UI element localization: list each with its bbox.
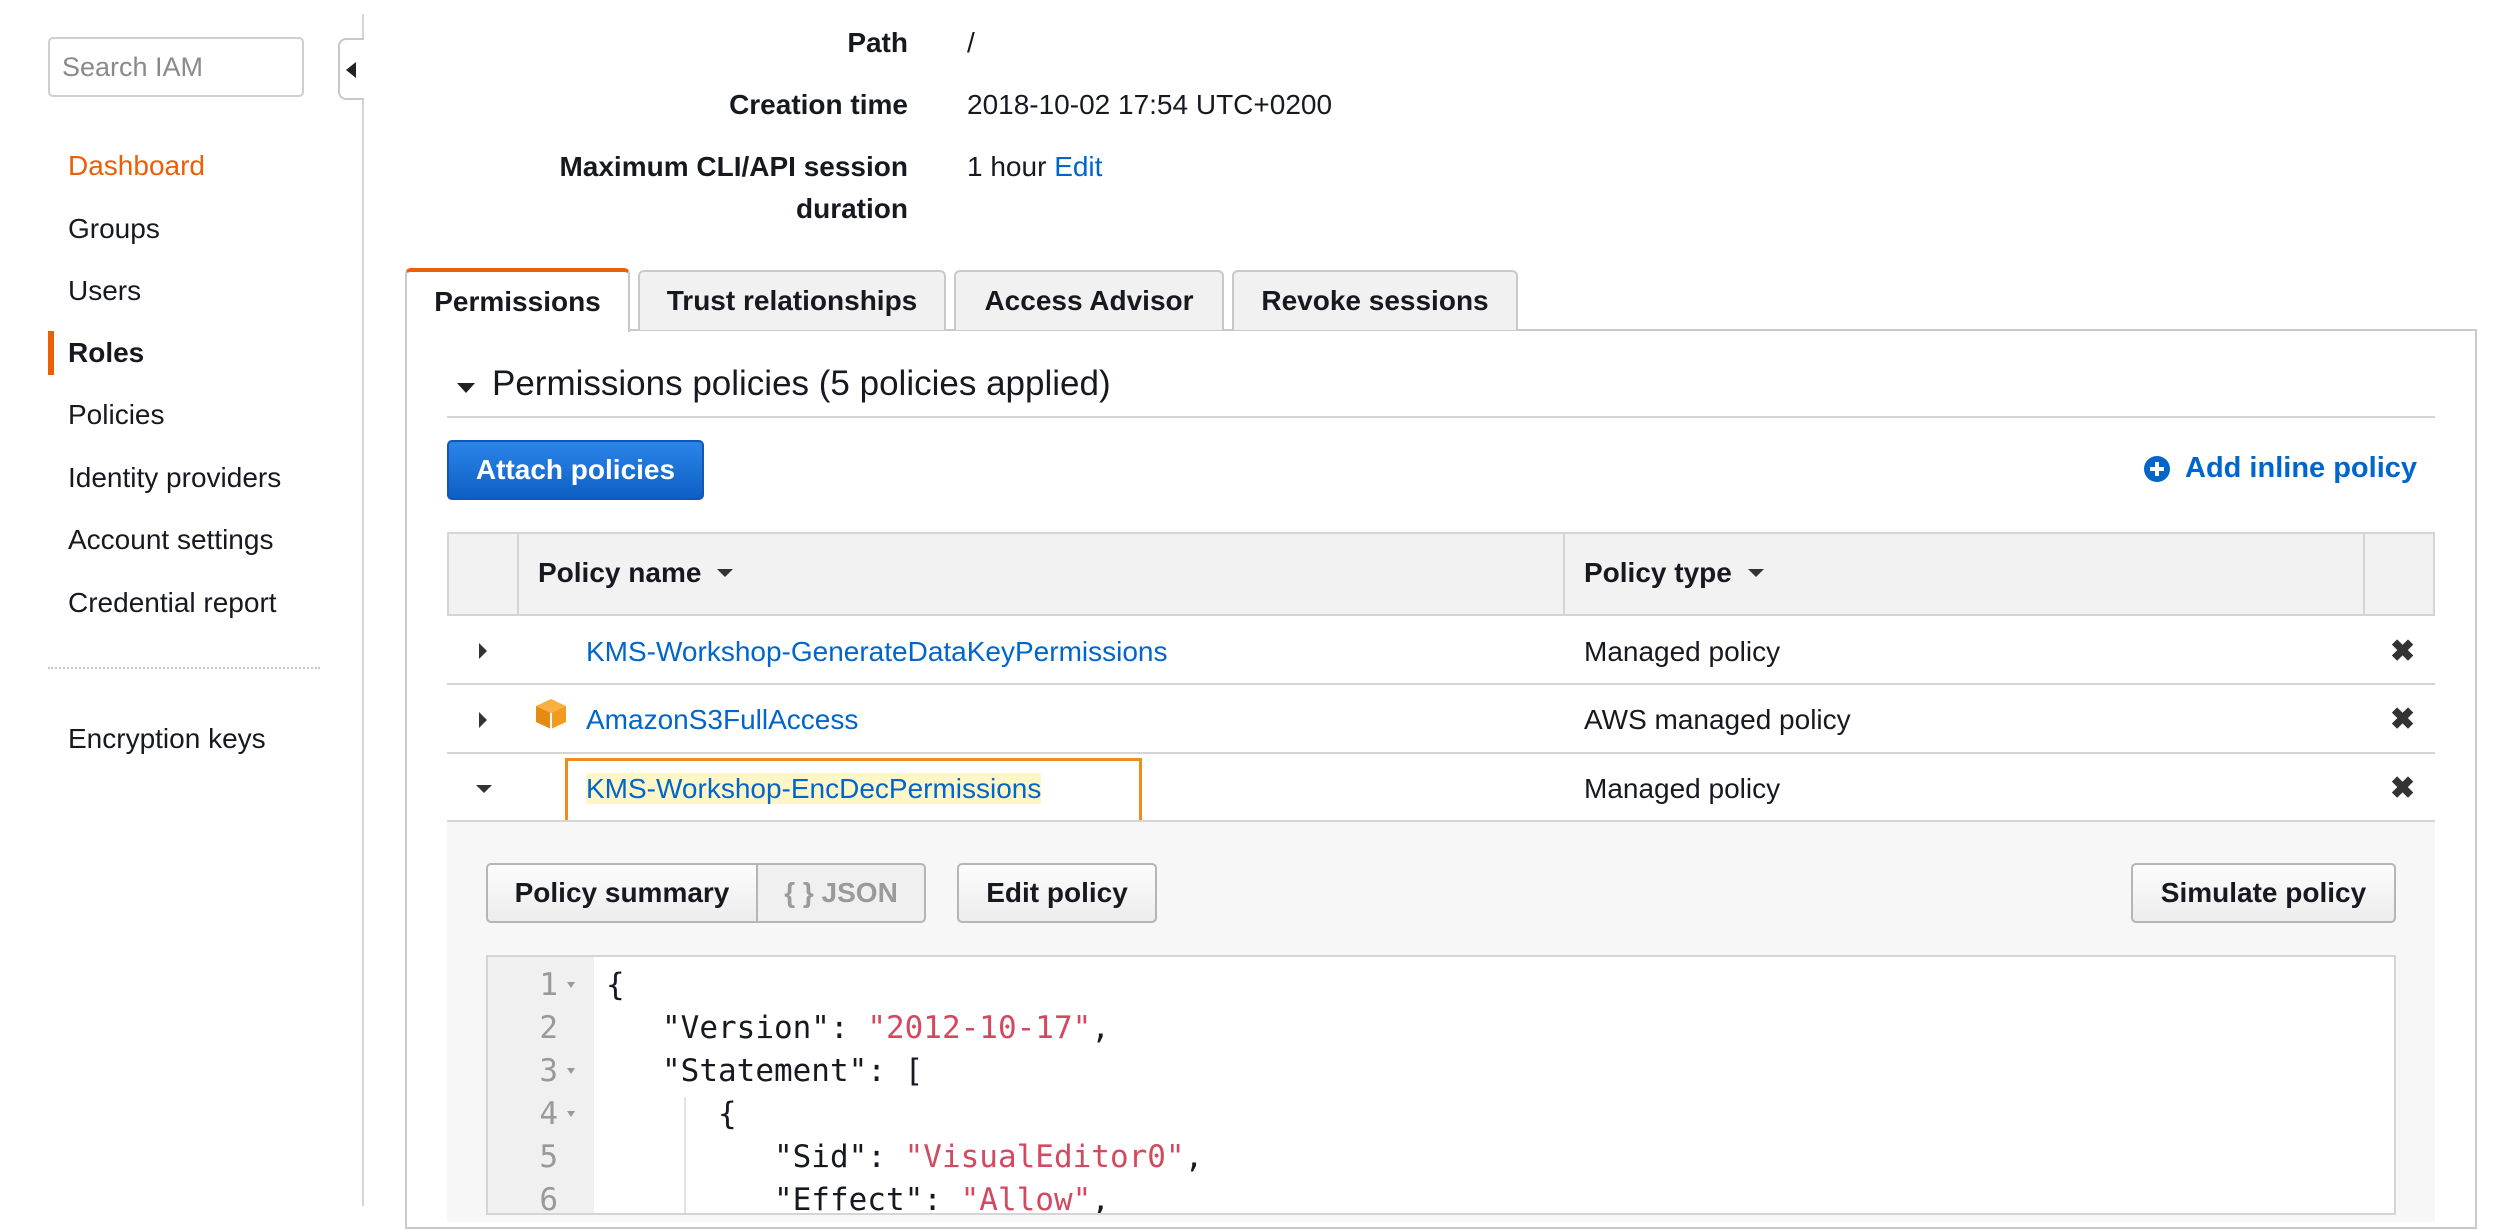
tab-trust-relationships[interactable]: Trust relationships	[638, 270, 946, 330]
column-separator	[517, 534, 519, 614]
attach-policies-button[interactable]: Attach policies	[447, 440, 704, 500]
code-line-4: {	[606, 1096, 737, 1132]
sidebar-item-identity-providers[interactable]: Identity providers	[68, 462, 281, 494]
sidebar-item-groups[interactable]: Groups	[68, 213, 160, 245]
column-header-label: Policy type	[1584, 557, 1732, 588]
policy-link-generatedatakey[interactable]: KMS-Workshop-GenerateDataKeyPermissions	[586, 636, 1167, 668]
collapse-caret-icon[interactable]	[455, 381, 477, 395]
code-line-3: "Statement": [	[606, 1053, 923, 1089]
code-line-2: "Version": "2012-10-17",	[606, 1010, 1110, 1046]
code-line-6: "Effect": "Allow",	[606, 1182, 1110, 1215]
sidebar: Dashboard Groups Users Roles Policies Id…	[0, 0, 362, 1206]
line-number: 1	[539, 967, 558, 1003]
sidebar-item-users[interactable]: Users	[68, 275, 141, 307]
policy-table-header	[447, 532, 2435, 616]
expand-caret-icon[interactable]	[477, 641, 489, 661]
tab-permissions[interactable]: Permissions	[405, 268, 630, 332]
sidebar-item-roles[interactable]: Roles	[68, 337, 144, 369]
caret-left-icon	[346, 62, 356, 78]
detach-policy-icon[interactable]: ✖	[2390, 771, 2415, 806]
code-line-5: "Sid": "VisualEditor0",	[606, 1139, 1203, 1175]
creation-time-label: Creation time	[729, 89, 908, 120]
session-duration-text: 1 hour	[967, 151, 1047, 182]
code-token: ,	[1091, 1010, 1110, 1046]
code-token: "Effect":	[773, 1182, 961, 1215]
policy-type-cell: Managed policy	[1584, 636, 1781, 667]
column-header-policy-type[interactable]: Policy type	[1584, 557, 1766, 589]
section-divider	[447, 416, 2435, 418]
active-indicator	[48, 331, 54, 375]
code-token: ,	[1184, 1139, 1204, 1175]
code-token: [	[904, 1053, 924, 1089]
line-number: 4	[539, 1096, 558, 1132]
sidebar-item-dashboard[interactable]: Dashboard	[68, 150, 205, 182]
fold-caret-icon[interactable]	[566, 1110, 576, 1118]
tab-access-advisor[interactable]: Access Advisor	[954, 270, 1224, 330]
sidebar-item-policies[interactable]: Policies	[68, 399, 164, 431]
code-token: {	[606, 967, 625, 1003]
line-number: 2	[539, 1010, 558, 1046]
edit-policy-button[interactable]: Edit policy	[957, 863, 1157, 923]
creation-time-value: 2018-10-02 17:54 UTC+0200	[967, 89, 1333, 120]
search-input[interactable]	[48, 37, 304, 97]
row-divider	[447, 683, 2435, 685]
add-inline-policy-link[interactable]: Add inline policy	[2143, 452, 2417, 485]
row-divider	[447, 752, 2435, 754]
code-string: "2012-10-17"	[867, 1010, 1092, 1046]
collapse-caret-icon[interactable]	[474, 783, 494, 795]
sidebar-item-credential-report[interactable]: Credential report	[68, 587, 277, 619]
sidebar-item-encryption-keys[interactable]: Encryption keys	[68, 723, 266, 755]
aws-managed-cube-icon	[536, 699, 566, 729]
sidebar-border	[362, 14, 364, 1206]
session-duration-label: Maximum CLI/API session	[559, 151, 908, 182]
session-duration-label-2: duration	[796, 193, 908, 224]
session-duration-value: 1 hour Edit	[967, 151, 1102, 183]
fold-caret-icon[interactable]	[566, 981, 576, 989]
code-token: {	[717, 1096, 737, 1132]
plus-circle-icon	[2144, 455, 2170, 482]
policy-summary-button[interactable]: Policy summary	[486, 863, 758, 923]
fold-caret-icon[interactable]	[566, 1067, 576, 1075]
json-view-button[interactable]: { } JSON	[756, 863, 926, 923]
code-line-1: {	[606, 967, 625, 1003]
policy-link-amazons3fullaccess[interactable]: AmazonS3FullAccess	[586, 704, 858, 736]
code-string: "VisualEditor0"	[904, 1139, 1185, 1175]
column-separator	[2363, 534, 2365, 614]
expand-caret-icon[interactable]	[477, 710, 489, 730]
detach-policy-icon[interactable]: ✖	[2390, 634, 2415, 669]
permissions-policies-title: Permissions policies (5 policies applied…	[492, 364, 1111, 403]
code-token: "Sid":	[773, 1139, 905, 1175]
policy-type-cell: Managed policy	[1584, 773, 1781, 804]
column-separator	[1563, 534, 1565, 614]
path-value: /	[967, 27, 975, 58]
json-code-editor[interactable]: 1 2 3 4 5 6 { "Version": "2012-10-17", "…	[486, 955, 2396, 1215]
column-header-label: Policy name	[538, 557, 702, 588]
path-label: Path	[847, 27, 908, 58]
tab-revoke-sessions[interactable]: Revoke sessions	[1232, 270, 1518, 330]
code-string: "Allow"	[960, 1182, 1092, 1215]
policy-type-cell: AWS managed policy	[1584, 704, 1851, 735]
detach-policy-icon[interactable]: ✖	[2390, 702, 2415, 737]
code-token: "Statement":	[662, 1053, 905, 1089]
line-number: 3	[539, 1053, 558, 1089]
simulate-policy-button[interactable]: Simulate policy	[2131, 863, 2396, 923]
edit-session-link[interactable]: Edit	[1054, 151, 1102, 182]
sort-caret-icon	[1747, 569, 1764, 577]
collapse-sidebar-button[interactable]	[338, 38, 364, 100]
sidebar-item-account-settings[interactable]: Account settings	[68, 524, 273, 556]
sidebar-divider	[48, 667, 320, 669]
sort-caret-icon	[717, 569, 734, 577]
code-token: "Version":	[662, 1010, 868, 1046]
add-inline-policy-label: Add inline policy	[2185, 452, 2418, 484]
line-number: 5	[539, 1139, 558, 1175]
column-header-policy-name[interactable]: Policy name	[538, 557, 735, 589]
line-number: 6	[539, 1182, 558, 1215]
code-token: ,	[1091, 1182, 1110, 1215]
